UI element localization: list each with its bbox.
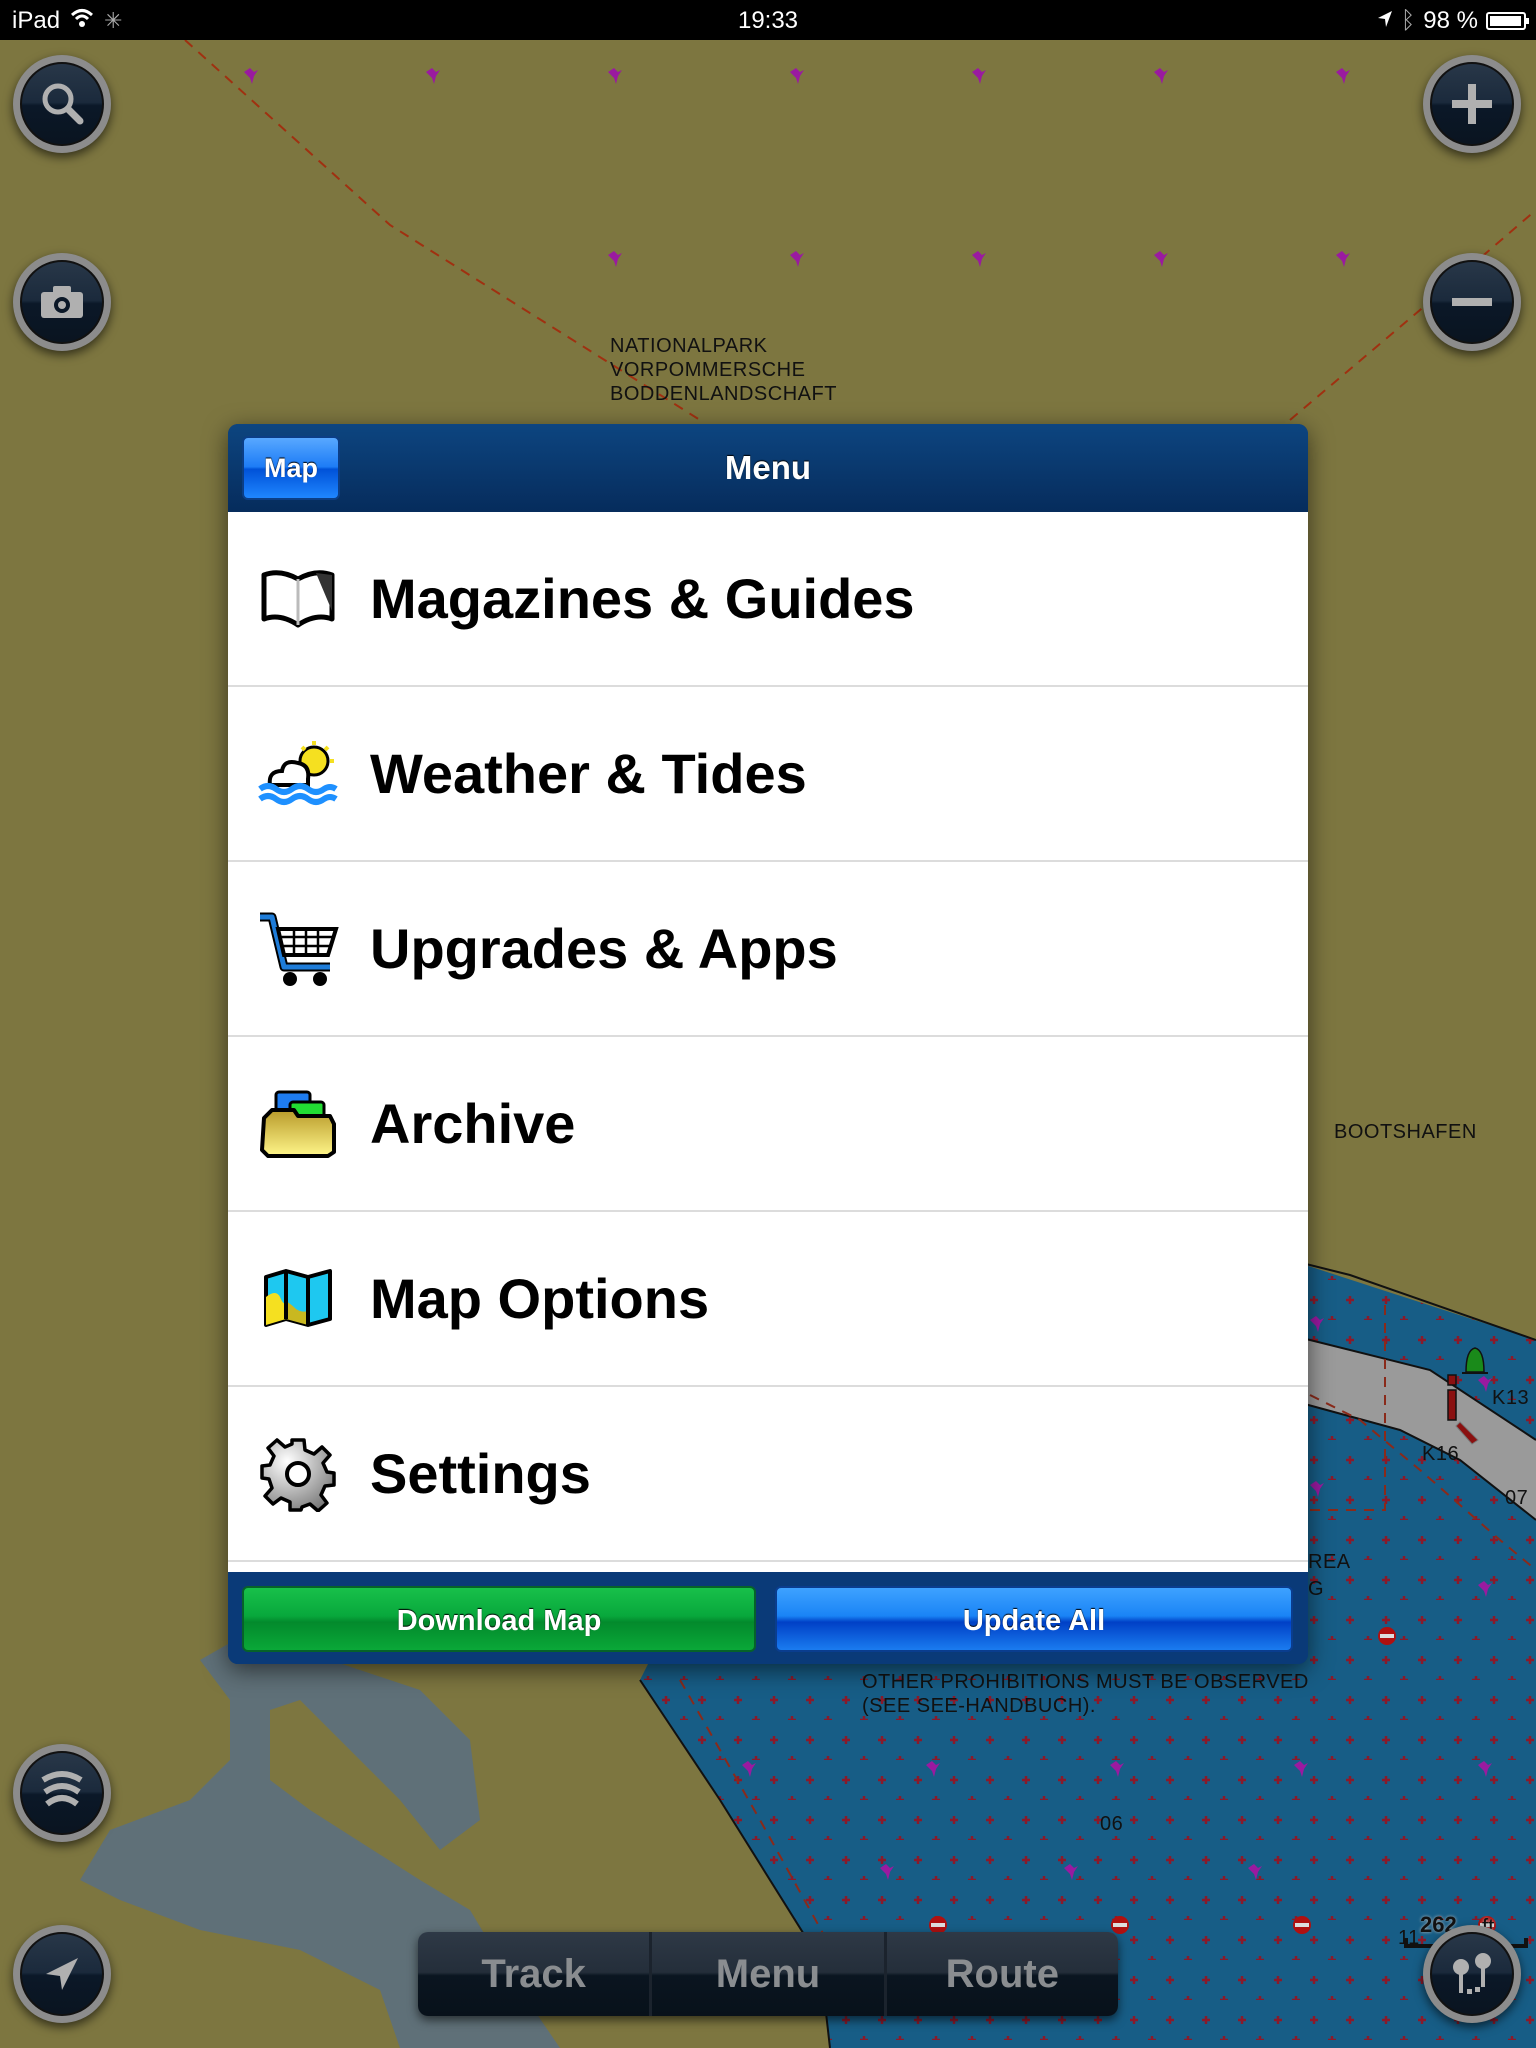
route-button[interactable]: Route [887,1932,1118,2016]
folder-icon [256,1082,340,1166]
gear-icon [256,1432,340,1516]
weather-icon [256,732,340,816]
area-label-fragment-1: REA [1308,1551,1351,1573]
menu-item-label: Archive [370,1092,576,1155]
location-arrow-icon [1377,7,1393,35]
camera-icon [41,286,83,318]
navigation-arrow-icon [46,1958,78,1990]
menu-list: Magazines & Guides Weather & Tides Upgra… [228,512,1308,1572]
zoom-out-button[interactable] [1423,253,1521,351]
menu-item-label: Weather & Tides [370,742,807,805]
bottom-toolbar: Track Menu Route [418,1932,1118,2016]
sonar-button[interactable] [13,1744,111,1842]
plus-icon [1452,84,1492,124]
menu-popover: Menu Map Magazines & Guides Weather & Ti… [228,424,1308,1664]
national-park-label: NATIONALPARK VORPOMMERSCHE BODDENLANDSCH… [610,334,837,406]
menu-footer: Download Map Update All [228,1572,1308,1664]
notice-line-1: OTHER PROHIBITIONS MUST BE OBSERVED [862,1671,1309,1693]
menu-item-label: Magazines & Guides [370,567,915,630]
zoom-in-button[interactable] [1423,55,1521,153]
area-label-fragment-2: G [1308,1578,1325,1600]
menu-item-magazines-guides[interactable]: Magazines & Guides [228,512,1308,687]
harbor-label: BOOTSHAFEN [1334,1121,1477,1143]
folded-map-icon [256,1257,340,1341]
park-label-line-3: BODDENLANDSCHAFT [610,383,837,405]
locate-button[interactable] [13,1925,111,2023]
menu-button[interactable]: Menu [652,1932,887,2016]
buoy-k13-label: K13 [1492,1387,1530,1409]
bluetooth-icon: ᛒ [1400,7,1416,34]
minus-icon [1452,298,1492,306]
menu-item-weather-tides[interactable]: Weather & Tides [228,687,1308,862]
status-bar: iPad ✳ 19:33 ᛒ 98 % [0,0,1536,40]
park-label-line-1: NATIONALPARK [610,335,768,357]
menu-item-map-options[interactable]: Map Options [228,1212,1308,1387]
route-points-icon [1453,1953,1491,1994]
sonar-icon [41,1771,83,1807]
route-tool-button[interactable] [1423,1925,1521,2023]
menu-item-settings[interactable]: Settings [228,1387,1308,1562]
menu-item-archive[interactable]: Archive [228,1037,1308,1212]
download-map-button[interactable]: Download Map [242,1586,756,1652]
book-icon [256,557,340,641]
menu-header: Menu Map [228,424,1308,512]
battery-icon [1486,12,1529,30]
track-button[interactable]: Track [418,1932,653,2016]
depth-07-label: 07 [1505,1487,1529,1509]
search-icon [42,83,84,125]
menu-item-upgrades-apps[interactable]: Upgrades & Apps [228,862,1308,1037]
search-button[interactable] [13,55,111,153]
map-back-button[interactable]: Map [242,436,340,500]
buoy-k16-label: K16 [1422,1443,1460,1465]
park-label-line-2: VORPOMMERSCHE [610,359,806,381]
menu-title: Menu [724,449,812,486]
cart-icon [256,907,340,991]
depth-06-label: 06 [1100,1813,1124,1835]
camera-button[interactable] [13,253,111,351]
update-all-button[interactable]: Update All [775,1586,1293,1652]
menu-item-label: Map Options [370,1267,710,1330]
menu-item-label: Settings [370,1442,591,1505]
prohibition-notice: OTHER PROHIBITIONS MUST BE OBSERVED (SEE… [862,1670,1309,1718]
clock: 19:33 [737,7,799,34]
notice-line-2: (SEE SEE-HANDBUCH). [862,1695,1096,1717]
battery-percent: 98 % [1423,7,1478,34]
menu-item-label: Upgrades & Apps [370,917,838,980]
